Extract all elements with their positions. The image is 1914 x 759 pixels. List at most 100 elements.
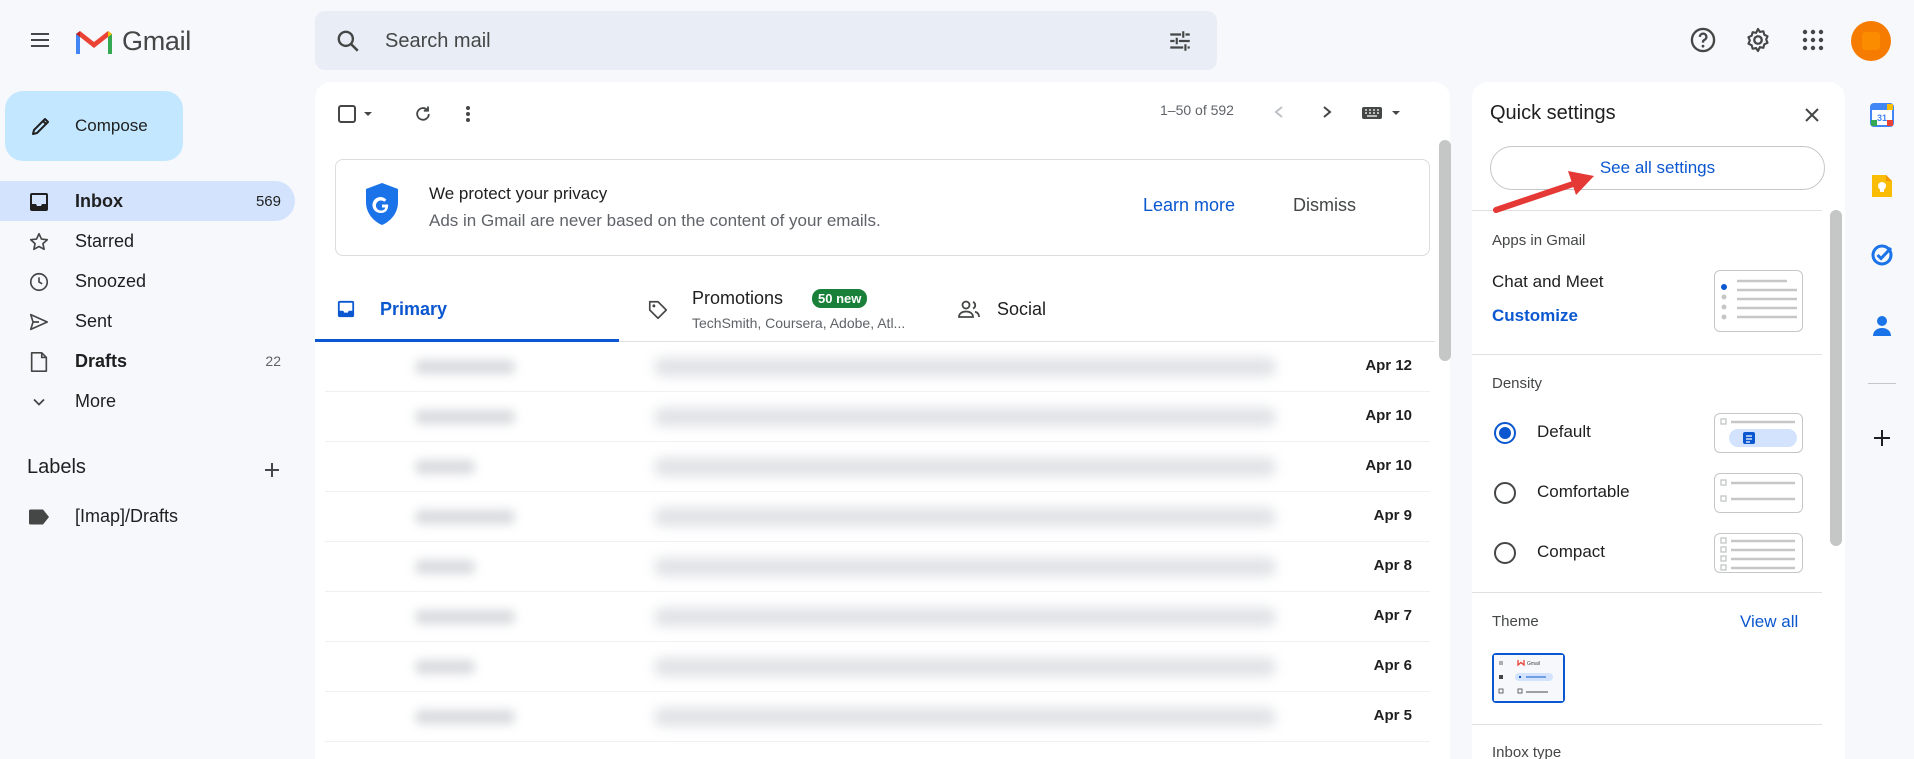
compose-button[interactable]: Compose	[5, 91, 183, 161]
chevron-down-icon	[28, 391, 50, 413]
subject-redacted	[655, 458, 1275, 476]
customize-link[interactable]: Customize	[1492, 306, 1578, 326]
density-default-radio[interactable]	[1494, 422, 1516, 444]
sidebar-item-label: [Imap]/Drafts	[75, 505, 179, 526]
gmail-logo[interactable]: Gmail	[74, 22, 191, 60]
density-option-label[interactable]: Compact	[1537, 542, 1605, 562]
calendar-app-button[interactable]: 31	[1864, 97, 1900, 133]
close-quick-settings-button[interactable]	[1798, 101, 1826, 129]
create-label-button[interactable]	[258, 456, 286, 484]
email-row[interactable]: Apr 10	[325, 392, 1430, 442]
sender-redacted	[415, 660, 475, 674]
plus-icon	[265, 463, 279, 477]
density-option-label[interactable]: Comfortable	[1537, 482, 1630, 502]
sidebar-item-starred[interactable]: Starred	[0, 221, 295, 261]
select-all-checkbox[interactable]	[337, 100, 383, 128]
gmail-m-icon	[76, 31, 112, 54]
account-avatar[interactable]	[1851, 21, 1891, 61]
chevron-right-icon	[1323, 106, 1332, 118]
tab-promotions[interactable]: Promotions 50 new TechSmith, Coursera, A…	[627, 277, 927, 342]
search-bar[interactable]	[315, 11, 1217, 70]
tab-label: Promotions	[692, 288, 784, 308]
sender-redacted	[415, 360, 515, 374]
sidebar-item-imap-drafts[interactable]: [Imap]/Drafts	[0, 496, 295, 536]
more-actions-button[interactable]	[458, 100, 478, 128]
density-comfortable-radio[interactable]	[1494, 482, 1516, 504]
sender-redacted	[415, 610, 515, 624]
view-all-themes-link[interactable]: View all	[1740, 612, 1798, 632]
mail-list-scrollbar[interactable]	[1439, 140, 1451, 361]
keep-icon	[1872, 175, 1892, 197]
sidebar-item-sent[interactable]: Sent	[0, 301, 295, 341]
tasks-app-button[interactable]	[1864, 237, 1900, 273]
tag-icon	[648, 300, 668, 320]
theme-preview[interactable]: Gmail	[1492, 653, 1565, 703]
email-row[interactable]: Apr 6	[325, 642, 1430, 692]
email-row[interactable]: Apr 12	[325, 342, 1430, 392]
settings-button[interactable]	[1738, 20, 1778, 60]
inbox-icon	[337, 300, 355, 318]
tab-primary[interactable]: Primary	[315, 277, 619, 342]
learn-more-link[interactable]: Learn more	[1143, 195, 1235, 216]
density-compact-preview	[1714, 533, 1803, 573]
labels-heading: Labels	[27, 456, 86, 478]
chevron-left-icon	[1274, 106, 1283, 118]
calendar-icon: 31	[1870, 103, 1894, 127]
keyboard-icon	[1362, 107, 1382, 119]
sender-redacted	[415, 560, 475, 574]
tab-social[interactable]: Social	[940, 277, 1240, 342]
privacy-title: We protect your privacy	[429, 184, 608, 203]
draft-count: 22	[265, 353, 281, 369]
keep-app-button[interactable]	[1864, 168, 1900, 204]
sidebar-item-snoozed[interactable]: Snoozed	[0, 261, 295, 301]
compose-label: Compose	[75, 116, 148, 135]
tasks-icon	[1871, 244, 1893, 266]
get-addons-button[interactable]	[1864, 420, 1900, 456]
contacts-app-button[interactable]	[1864, 308, 1900, 344]
newer-button[interactable]	[1267, 100, 1291, 124]
people-icon	[958, 300, 980, 318]
search-input[interactable]	[385, 25, 1085, 57]
support-button[interactable]	[1683, 20, 1723, 60]
divider	[1472, 592, 1822, 593]
top-bar: Gmail	[0, 0, 1914, 82]
email-row[interactable]: Apr 10	[325, 442, 1430, 492]
density-compact-radio[interactable]	[1494, 542, 1516, 564]
main-menu-button[interactable]	[20, 20, 60, 60]
sidebar-item-drafts[interactable]: Drafts 22	[0, 341, 295, 381]
svg-text:31: 31	[1877, 113, 1887, 123]
density-default-preview	[1714, 413, 1803, 453]
sidebar-item-more[interactable]: More	[0, 381, 295, 421]
email-row[interactable]: Apr 7	[325, 592, 1430, 642]
density-option-label[interactable]: Default	[1537, 422, 1591, 442]
email-row[interactable]: Apr 5	[325, 692, 1430, 742]
google-apps-button[interactable]	[1793, 20, 1833, 60]
apps-in-gmail-heading: Apps in Gmail	[1492, 232, 1586, 249]
dismiss-button[interactable]: Dismiss	[1293, 195, 1356, 216]
side-panel-divider	[1868, 383, 1896, 384]
email-row[interactable]: Apr 9	[325, 492, 1430, 542]
annotation-arrow	[1493, 171, 1594, 213]
pencil-icon	[32, 118, 49, 135]
density-heading: Density	[1492, 375, 1543, 392]
sender-redacted	[415, 710, 515, 724]
subject-redacted	[655, 558, 1275, 576]
search-options-icon[interactable]	[1167, 28, 1193, 54]
input-tools-button[interactable]	[1361, 102, 1407, 124]
subject-redacted	[655, 708, 1275, 726]
new-count-badge: 50 new	[812, 289, 868, 308]
help-icon	[1690, 27, 1716, 53]
more-vert-icon	[466, 106, 470, 122]
divider	[1472, 724, 1822, 725]
search-icon[interactable]	[335, 28, 361, 54]
avatar-glyph	[1862, 32, 1880, 50]
caret-down-icon	[1392, 111, 1400, 115]
quick-settings-title: Quick settings	[1490, 102, 1616, 124]
older-button[interactable]	[1315, 100, 1339, 124]
close-icon	[1805, 108, 1819, 122]
refresh-button[interactable]	[409, 100, 437, 128]
email-row[interactable]: Apr 8	[325, 542, 1430, 592]
quick-settings-scrollbar[interactable]	[1830, 210, 1842, 546]
sidebar-item-label: More	[75, 390, 117, 411]
sidebar-item-inbox[interactable]: Inbox 569	[0, 181, 295, 221]
